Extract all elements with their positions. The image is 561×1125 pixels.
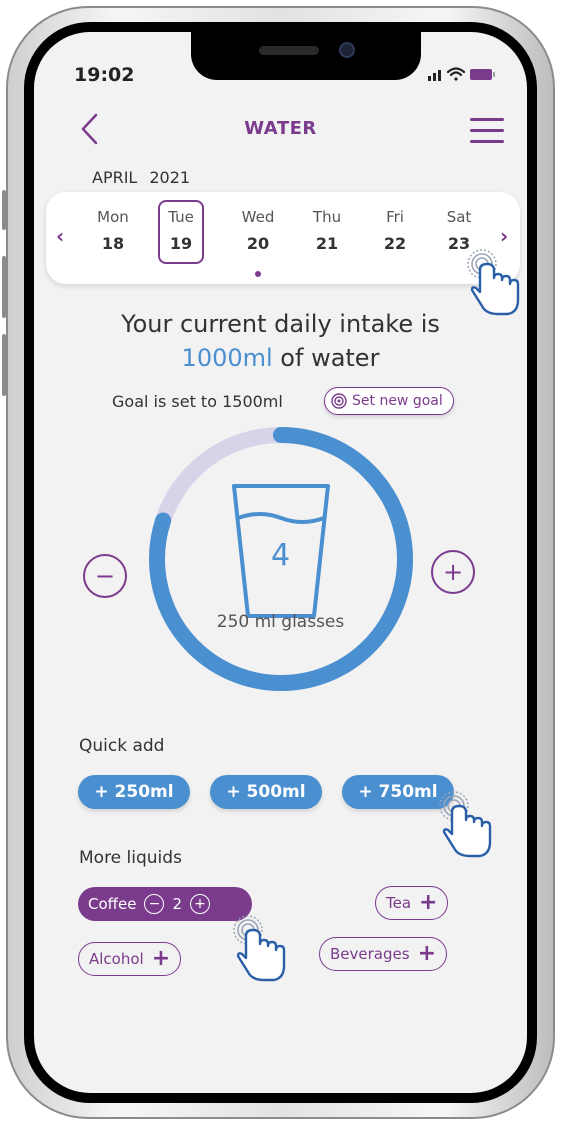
phone-side-button [2,190,6,230]
plus-icon: + [417,941,436,966]
day-name: Wed [241,208,275,226]
calendar-day-fri[interactable]: Fri 22 [372,208,418,253]
target-icon [331,393,347,409]
quick-add-250-button[interactable]: + 250ml [78,775,190,809]
alcohol-add-button[interactable]: Alcohol + [78,942,182,976]
day-number: 19 [169,234,193,253]
day-name: Sat [446,208,472,226]
day-name: Thu [312,208,342,226]
glasses-label: 250 ml glasses [216,612,345,632]
day-number: 22 [383,234,407,253]
quick-add-500-button[interactable]: + 500ml [210,775,322,809]
goal-text: Goal is set to 1500ml [112,392,283,411]
calendar-day-mon[interactable]: Mon 18 [90,208,136,253]
decrease-glass-button[interactable]: − [83,554,127,598]
coffee-increase-button[interactable]: + [190,894,210,914]
phone-side-button [2,334,6,396]
hamburger-menu-icon[interactable] [470,118,506,146]
beverages-label: Beverages [330,945,410,963]
tap-hand-icon [439,791,492,858]
week-calendar: ‹ Mon 18 Tue 19 Wed 20 Thu 21 Fri 22 Sat… [46,192,520,284]
speaker [259,46,319,55]
calendar-day-tue[interactable]: Tue 19 [158,200,204,264]
coffee-label: Coffee [88,895,137,913]
wifi-icon [446,67,466,81]
more-liquids-label: More liquids [79,848,182,868]
status-time: 19:02 [74,64,135,86]
coffee-decrease-button[interactable]: − [144,894,165,914]
quick-add-label: Quick add [79,736,165,756]
set-new-goal-label: Set new goal [352,393,443,409]
calendar-day-sat[interactable]: Sat 23 [436,208,482,253]
intake-amount: 1000ml [181,344,273,372]
status-icons [428,67,495,81]
beverages-add-button[interactable]: Beverages + [319,937,447,971]
signal-icon [428,70,441,81]
year-label: 2021 [149,168,191,187]
tea-label: Tea [386,894,412,912]
plus-icon: + [442,558,464,586]
tea-add-button[interactable]: Tea + [375,886,449,920]
day-name: Mon [97,208,129,226]
month-label: APRIL [92,168,138,187]
day-number: 21 [315,234,339,253]
day-number: 20 [246,234,270,253]
plus-icon: + [419,890,438,915]
notch [191,32,421,80]
intake-amount-line: 1000ml of water [34,344,527,372]
increase-glass-button[interactable]: + [431,550,475,594]
minus-icon: − [94,562,116,590]
camera-icon [339,42,355,58]
day-name: Tue [168,208,194,226]
app-screen: 19:02 WATER APRIL 2021 ‹ Mon 18 Tue 19 W… [34,32,527,1093]
intake-heading: Your current daily intake is [121,310,440,338]
day-name: Fri [386,208,404,226]
today-indicator-dot [255,271,261,277]
battery-icon [470,69,495,80]
set-new-goal-button[interactable]: Set new goal [324,387,454,415]
alcohol-label: Alcohol [89,950,144,968]
phone-side-button [2,256,6,318]
coffee-count: 2 [172,895,182,913]
page-title: WATER [244,118,317,139]
plus-icon: + [151,946,171,971]
prev-week-chevron-icon[interactable]: ‹ [56,224,64,248]
next-week-chevron-icon[interactable]: › [500,224,508,248]
month-year-label: APRIL 2021 [92,168,190,187]
tap-hand-icon [233,915,286,982]
intake-suffix: of water [272,344,380,372]
calendar-day-wed[interactable]: Wed 20 [235,208,281,253]
calendar-day-thu[interactable]: Thu 21 [304,208,350,253]
day-number: 18 [101,234,125,253]
coffee-counter: Coffee − 2 + [78,887,252,921]
